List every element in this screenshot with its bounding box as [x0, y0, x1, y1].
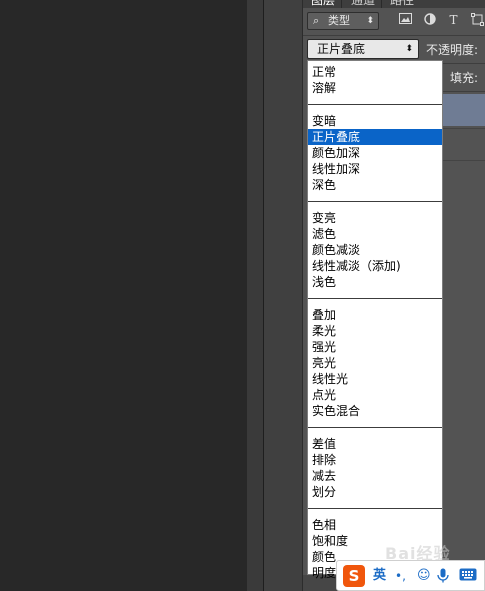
blend-mode-option[interactable]: 线性光 — [308, 371, 442, 387]
chevron-updown-icon: ⬍ — [366, 16, 374, 26]
menu-separator — [308, 298, 442, 299]
blend-mode-option[interactable]: 实色混合 — [308, 403, 442, 419]
blend-mode-option[interactable]: 减去 — [308, 468, 442, 484]
blend-mode-option[interactable]: 线性减淡（添加) — [308, 258, 442, 274]
menu-separator — [308, 427, 442, 428]
layer-row-selected[interactable] — [443, 94, 485, 126]
blend-mode-option[interactable]: 线性加深 — [308, 161, 442, 177]
blend-mode-option[interactable]: 叠加 — [308, 307, 442, 323]
blend-mode-option[interactable]: 点光 — [308, 387, 442, 403]
tab-layers[interactable]: 图层 — [311, 0, 335, 8]
blend-mode-option[interactable]: 滤色 — [308, 226, 442, 242]
filter-kind-select[interactable]: ⌕ 类型 ⬍ — [307, 12, 379, 30]
blend-mode-option[interactable]: 差值 — [308, 436, 442, 452]
blend-mode-option[interactable]: 柔光 — [308, 323, 442, 339]
microphone-icon[interactable] — [437, 568, 449, 588]
blend-mode-value: 正片叠底 — [317, 42, 366, 56]
blend-mode-option[interactable]: 划分 — [308, 484, 442, 500]
menu-separator — [308, 104, 442, 105]
blend-mode-option[interactable]: 亮光 — [308, 355, 442, 371]
blend-mode-select[interactable]: 正片叠底 ⬍ — [307, 39, 419, 59]
tab-paths[interactable]: 路径 — [390, 0, 414, 8]
divider — [443, 91, 485, 92]
layer-row[interactable] — [443, 160, 485, 191]
blend-mode-option[interactable]: 正片叠底 — [308, 129, 442, 145]
blend-mode-option[interactable]: 排除 — [308, 452, 442, 468]
layer-row[interactable] — [443, 128, 485, 157]
tab-channels[interactable]: 通道 — [351, 0, 375, 8]
blend-mode-option[interactable]: 深色 — [308, 177, 442, 193]
tab-divider — [381, 0, 382, 8]
blend-mode-option[interactable]: 强光 — [308, 339, 442, 355]
search-icon: ⌕ — [313, 14, 320, 27]
blend-mode-option[interactable]: 变暗 — [308, 113, 442, 129]
blend-mode-option[interactable]: 正常 — [308, 64, 442, 80]
blend-mode-option[interactable]: 颜色减淡 — [308, 242, 442, 258]
divider — [443, 63, 485, 64]
menu-separator — [308, 508, 442, 509]
emoji-icon[interactable]: ☺ — [417, 568, 431, 584]
type-filter-icon[interactable]: T — [446, 13, 461, 28]
panel-dock-column — [264, 0, 303, 591]
blend-mode-option[interactable]: 色相 — [308, 517, 442, 533]
blend-mode-option[interactable]: 浅色 — [308, 274, 442, 290]
left-gutter — [247, 0, 263, 591]
shape-filter-icon[interactable] — [470, 13, 485, 28]
keyboard-icon[interactable] — [459, 568, 477, 586]
divider — [303, 35, 485, 36]
ime-punctuation-icon[interactable]: •, — [395, 568, 406, 584]
ime-logo-icon[interactable]: S — [343, 565, 365, 587]
panel-tabs: 图层 通道 路径 — [303, 0, 485, 8]
opacity-label: 不透明度: — [426, 43, 479, 57]
fill-label: 填充: — [450, 71, 479, 85]
tab-divider — [341, 0, 342, 8]
ime-toolbar: S 英 •, ☺ — [336, 560, 485, 591]
adjustment-filter-icon[interactable] — [422, 13, 437, 28]
canvas-area — [0, 0, 247, 591]
blend-mode-dropdown-list: 正常 溶解变暗 正片叠底 颜色加深 线性加深 深色变亮 滤色 颜色减淡 线性减淡（添加) 浅色叠加… — [307, 60, 443, 580]
menu-separator — [308, 201, 442, 202]
ime-language-toggle[interactable]: 英 — [373, 568, 386, 584]
image-filter-icon[interactable] — [398, 13, 413, 28]
filter-kind-label: 类型 — [328, 14, 350, 27]
chevron-updown-icon: ⬍ — [405, 44, 413, 54]
blend-mode-option[interactable]: 颜色加深 — [308, 145, 442, 161]
blend-mode-option[interactable]: 溶解 — [308, 80, 442, 96]
blend-mode-option[interactable]: 变亮 — [308, 210, 442, 226]
